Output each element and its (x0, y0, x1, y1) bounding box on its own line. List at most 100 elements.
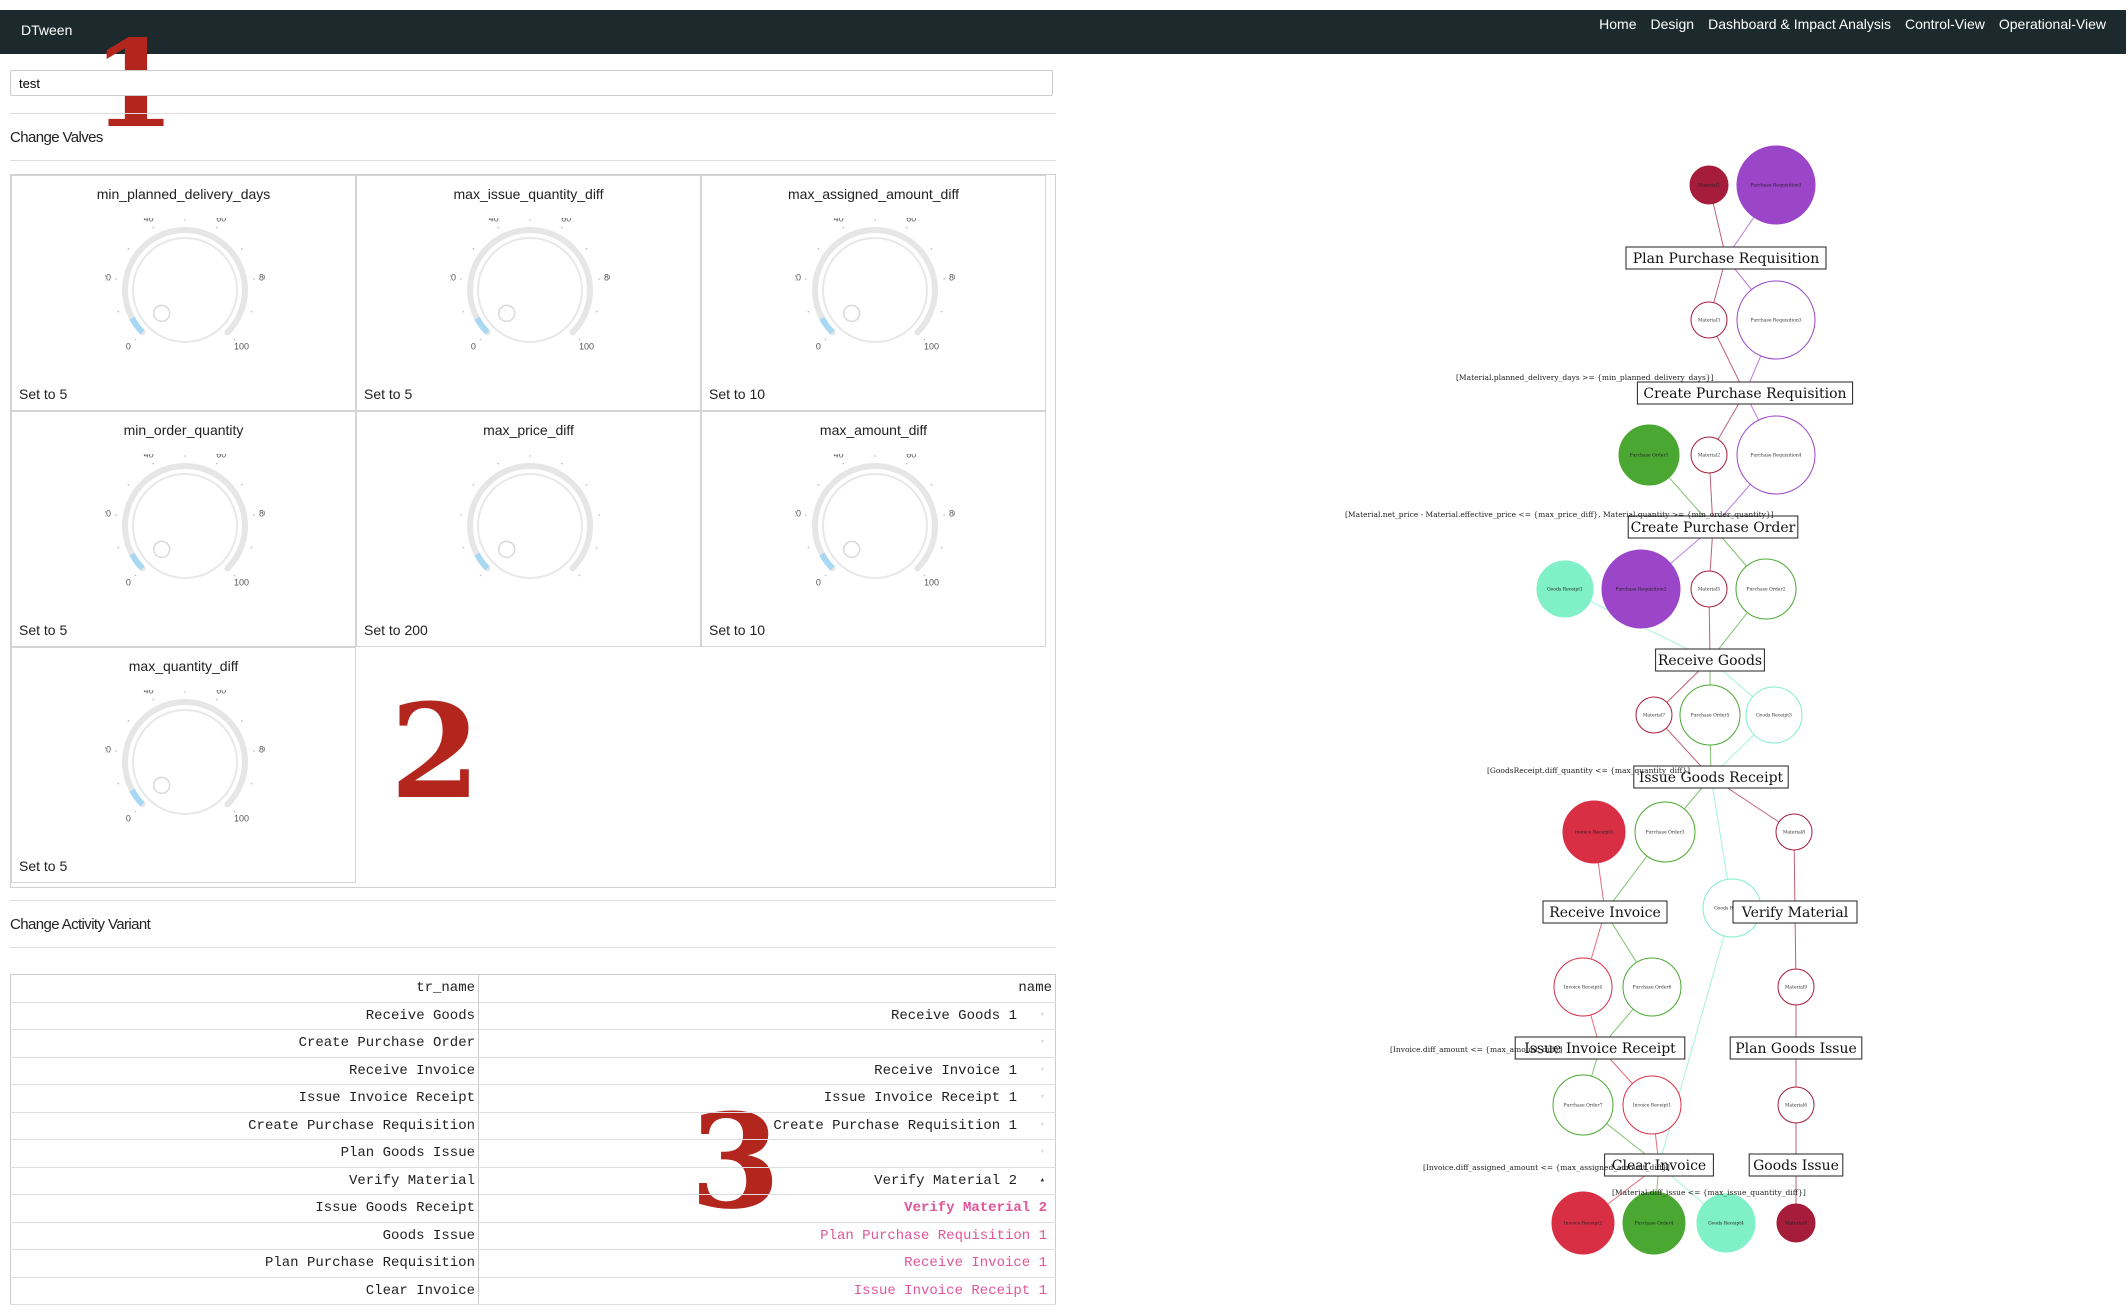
dropdown-option[interactable]: Plan Purchase Requisition 1 (478, 1222, 1056, 1250)
knob-tick (930, 248, 933, 250)
knob-value-arc (129, 788, 145, 807)
knob-title: min_order_quantity (123, 422, 244, 438)
knob-tick (460, 514, 462, 516)
table-row[interactable]: Receive Goods Receive Goods 1 ▾ (10, 1002, 1056, 1030)
guard-label: [Invoice.diff_amount <= {max_amount_diff… (1390, 1045, 1562, 1054)
tr-name-cell: Goods Issue (10, 1222, 479, 1250)
nav-home[interactable]: Home (1599, 16, 1636, 32)
chevron-down-icon[interactable]: ▾ (1040, 1092, 1045, 1102)
knob-dial[interactable] (450, 454, 610, 594)
nav-operational-view[interactable]: Operational-View (1999, 16, 2106, 32)
chevron-down-icon[interactable]: ▾ (1040, 1147, 1045, 1157)
dropdown-option[interactable]: Verify Material 2 (478, 1194, 1056, 1223)
knob-title: min_planned_delivery_days (96, 186, 271, 202)
nav-control-view[interactable]: Control-View (1905, 16, 1985, 32)
place-label: Purchase Order6 (1633, 985, 1672, 991)
knob-tick (560, 226, 563, 229)
knob-handle (842, 304, 861, 323)
table-row[interactable]: Create Purchase Order ▾ (10, 1029, 1056, 1058)
knob-tick (250, 310, 253, 313)
name-select-cell[interactable]: Create Purchase Requisition 1 ▾ (478, 1112, 1056, 1140)
chevron-up-icon[interactable]: ▴ (1040, 1175, 1045, 1185)
name-select-cell[interactable]: Receive Invoice 1 ▾ (478, 1057, 1056, 1085)
knob-tick (905, 226, 908, 229)
place-label: Material2 (1698, 453, 1720, 459)
table-row[interactable]: Create Purchase Requisition Create Purch… (10, 1112, 1056, 1140)
table-row[interactable]: Plan Goods Issue ▾ (10, 1139, 1056, 1168)
table-row[interactable]: Issue Goods Receipt Verify Material 2 (10, 1194, 1056, 1223)
knob-tick (152, 226, 155, 229)
nav-design[interactable]: Design (1651, 16, 1695, 32)
table-row[interactable]: Goods Issue Plan Purchase Requisition 1 (10, 1222, 1056, 1250)
nav-links: Home Design Dashboard & Impact Analysis … (1599, 16, 2106, 32)
name-select-cell[interactable]: Issue Invoice Receipt 1 ▾ (478, 1084, 1056, 1113)
knob-tick (529, 219, 531, 221)
knob-tick (240, 248, 243, 250)
change-valves-title: Change Valves (10, 129, 103, 146)
knob-dial[interactable]: 0 20 40 60 80 100 (101, 450, 269, 594)
knob-set-label: Set to 5 (19, 858, 68, 874)
knob-max-amount-diff: max_amount_diff 0 20 40 60 80 100 Set to 10 (701, 411, 1046, 647)
knob-tick (824, 338, 827, 341)
brand-label[interactable]: DTween (21, 22, 72, 38)
knob-tick-label: 0 (471, 342, 476, 352)
graph-nodes: Material1 Purchase Requisition1 Material3 P… (1345, 145, 1863, 1255)
knob-tick-label: 0 (126, 342, 131, 352)
place-label: Material8 (1783, 830, 1805, 836)
table-row[interactable]: Plan Purchase Requisition Receive Invoic… (10, 1249, 1056, 1278)
knob-tick-label: 0 (126, 578, 131, 588)
knob-dial[interactable]: 0 20 40 60 80 100 (791, 214, 959, 358)
name-select-cell[interactable]: Receive Goods 1 ▾ (478, 1002, 1056, 1030)
knob-dial[interactable]: 0 20 40 60 80 100 (101, 686, 269, 830)
dropdown-option[interactable]: Receive Invoice 1 (478, 1249, 1056, 1278)
knob-dial[interactable]: 0 20 40 60 80 100 (446, 214, 614, 358)
knob-tick-label: 60 (561, 218, 571, 224)
knob-set-label: Set to 10 (709, 386, 766, 402)
chevron-down-icon[interactable]: ▾ (1040, 1120, 1045, 1130)
place-label: Goods Receipt3 (1756, 713, 1792, 719)
dropdown-option[interactable]: Issue Invoice Receipt 1 (478, 1277, 1056, 1305)
knob-value-arc (474, 552, 490, 571)
model-name-input[interactable] (10, 70, 1053, 96)
tr-name-cell: Plan Goods Issue (10, 1139, 479, 1168)
place-label: Material1 (1698, 183, 1720, 189)
knob-body (132, 709, 238, 815)
knob-tick (824, 574, 827, 577)
name-select-cell[interactable]: ▾ (478, 1139, 1056, 1168)
knob-title: max_issue_quantity_diff (453, 186, 604, 202)
table-row[interactable]: Verify Material Verify Material 2 ▴ (10, 1167, 1056, 1195)
name-select-cell[interactable]: ▾ (478, 1029, 1056, 1058)
knob-tick (943, 278, 945, 280)
knob-tick (598, 514, 600, 516)
place-label: Purchase Order4 (1635, 1221, 1674, 1227)
table-row[interactable]: Issue Invoice Receipt Issue Invoice Rece… (10, 1084, 1056, 1113)
nav-dashboard[interactable]: Dashboard & Impact Analysis (1708, 16, 1891, 32)
transition-label: Goods Issue (1753, 1158, 1839, 1174)
guard-label: [Material.planned_delivery_days >= {min_… (1456, 373, 1714, 382)
knob-tick-label: 20 (105, 508, 111, 518)
name-value: Receive Invoice 1 (874, 1062, 1017, 1079)
table-row[interactable]: Clear Invoice Issue Invoice Receipt 1 (10, 1277, 1056, 1305)
knob-dial[interactable]: 0 20 40 60 80 100 (101, 214, 269, 358)
chevron-down-icon[interactable]: ▾ (1040, 1037, 1045, 1047)
chevron-down-icon[interactable]: ▾ (1040, 1010, 1045, 1020)
knob-tick-label: 40 (834, 454, 844, 460)
knob-tick-label: 100 (234, 342, 249, 352)
transition-label: Plan Goods Issue (1735, 1041, 1857, 1057)
knob-dial[interactable]: 0 20 40 60 80 100 (791, 450, 959, 594)
tr-name-cell: Receive Goods (10, 1002, 479, 1030)
knob-title: max_price_diff (483, 422, 574, 438)
place-label: Invoice Receipt4 (1564, 985, 1602, 991)
knob-tick (578, 338, 581, 341)
knob-tick (215, 698, 218, 701)
chevron-down-icon[interactable]: ▾ (1040, 1065, 1045, 1075)
knob-body (132, 473, 238, 579)
knob-handle (497, 304, 516, 323)
table-row[interactable]: Receive Invoice Receive Invoice 1 ▾ (10, 1057, 1056, 1085)
tr-name-cell: Issue Invoice Receipt (10, 1084, 479, 1113)
knob-handle (152, 304, 171, 323)
name-select-cell-open[interactable]: Verify Material 2 ▴ (478, 1167, 1056, 1195)
knob-tick (117, 782, 120, 785)
transition-label: Plan Purchase Requisition (1633, 251, 1819, 267)
knob-tick (152, 698, 155, 701)
